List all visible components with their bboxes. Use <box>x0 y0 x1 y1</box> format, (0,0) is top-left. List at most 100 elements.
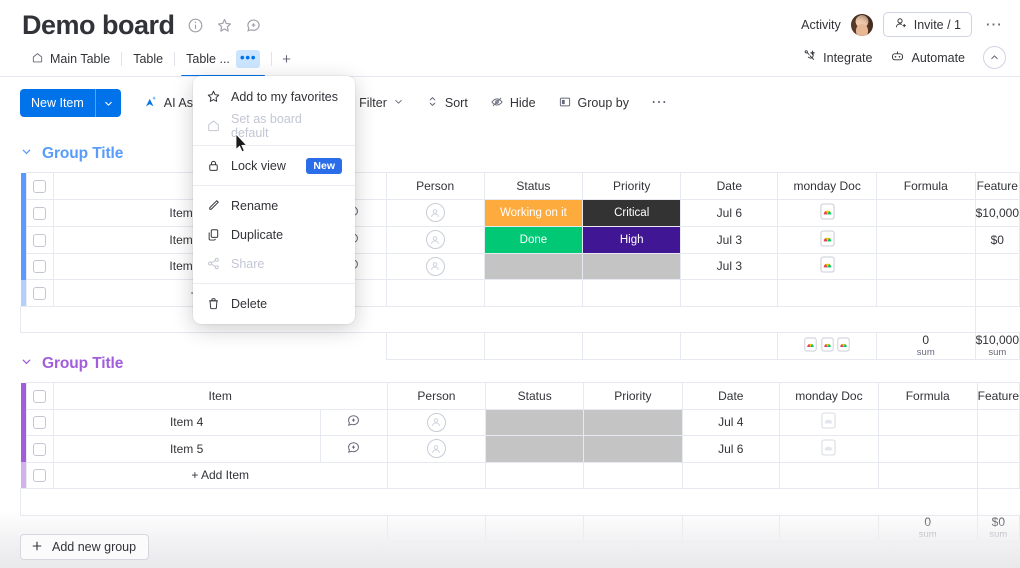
row-checkbox[interactable] <box>33 286 47 300</box>
menu-item-delete[interactable]: Delete <box>193 289 355 318</box>
add-new-group-button[interactable]: Add new group <box>20 534 150 560</box>
group-by-button[interactable]: Group by <box>558 95 629 112</box>
toolbar-more-button[interactable]: ⋯ <box>651 95 667 111</box>
column-header-formula[interactable]: Formula <box>877 382 978 410</box>
table-row[interactable]: Item 4 Jul 4 <box>20 408 1020 436</box>
cell-person[interactable] <box>385 252 485 280</box>
select-all-checkbox-cell[interactable] <box>25 172 54 200</box>
info-icon[interactable] <box>187 17 204 34</box>
group-title[interactable]: Group Title <box>42 145 123 163</box>
column-header-person[interactable]: Person <box>385 172 485 200</box>
column-header-feature[interactable]: Feature <box>976 382 1020 410</box>
column-header-formula[interactable]: Formula <box>875 172 976 200</box>
cell-formula[interactable] <box>877 408 978 436</box>
column-header-item[interactable]: Item <box>52 382 388 410</box>
cell-date[interactable]: Jul 3 <box>680 252 779 280</box>
cell-priority[interactable] <box>583 435 683 463</box>
cell-item-comment[interactable] <box>319 408 388 436</box>
cell-monday-doc[interactable] <box>777 225 877 254</box>
menu-item-rename[interactable]: Rename <box>193 191 355 220</box>
cell-status[interactable] <box>485 408 585 436</box>
cell-priority[interactable]: Critical <box>582 198 682 227</box>
new-item-button[interactable]: New Item <box>20 89 121 117</box>
tab-table[interactable]: Table <box>122 45 174 73</box>
table-row[interactable]: Item 3 Jul 3 <box>20 252 1020 280</box>
cell-priority[interactable] <box>582 252 682 280</box>
monday-doc-icon[interactable] <box>821 412 836 432</box>
row-checkbox[interactable] <box>33 469 47 483</box>
cell-feature[interactable] <box>976 408 1020 436</box>
column-header-priority[interactable]: Priority <box>583 382 683 410</box>
hide-button[interactable]: Hide <box>490 95 536 112</box>
board-more-menu-button[interactable]: ⋯ <box>982 16 1006 33</box>
cell-formula[interactable] <box>875 198 976 227</box>
cell-monday-doc[interactable] <box>777 252 877 280</box>
row-checkbox[interactable] <box>33 233 47 247</box>
row-checkbox-cell[interactable] <box>25 461 54 489</box>
cell-person[interactable] <box>386 408 487 436</box>
cell-item-name[interactable]: Item 5 <box>52 435 321 463</box>
row-checkbox[interactable] <box>33 416 47 430</box>
add-comment-icon[interactable] <box>245 17 262 34</box>
table-row[interactable]: Item 2 Done High Jul 3 $0 <box>20 225 1020 254</box>
activity-label[interactable]: Activity <box>801 18 841 32</box>
row-checkbox-cell[interactable] <box>25 408 54 436</box>
row-checkbox[interactable] <box>33 442 47 456</box>
tab-more-menu-button[interactable]: ••• <box>235 50 261 68</box>
add-item-row[interactable]: + Add Item <box>20 279 1020 307</box>
cell-item-comment[interactable] <box>319 435 388 463</box>
chevron-down-icon[interactable] <box>96 89 121 117</box>
cell-priority[interactable] <box>583 408 683 436</box>
cell-item-name[interactable]: Item 4 <box>52 408 321 436</box>
monday-doc-icon[interactable] <box>820 256 835 276</box>
column-header-status[interactable]: Status <box>483 172 584 200</box>
cell-person[interactable] <box>385 225 485 254</box>
cell-feature[interactable] <box>976 435 1020 463</box>
row-checkbox-cell[interactable] <box>25 252 54 280</box>
cell-priority[interactable]: High <box>582 225 682 254</box>
cell-date[interactable]: Jul 6 <box>680 198 779 227</box>
column-header-priority[interactable]: Priority <box>582 172 682 200</box>
column-header-date[interactable]: Date <box>681 382 781 410</box>
row-checkbox-cell[interactable] <box>25 279 54 307</box>
collapse-header-button[interactable] <box>983 46 1006 69</box>
cell-status[interactable] <box>483 252 584 280</box>
select-all-checkbox-cell[interactable] <box>25 382 54 410</box>
cell-monday-doc[interactable] <box>779 435 879 463</box>
column-header-status[interactable]: Status <box>485 382 585 410</box>
add-comment-icon[interactable] <box>346 441 361 458</box>
table-row[interactable]: Item 5 Jul 6 <box>20 435 1020 463</box>
cell-feature[interactable]: $0 <box>974 225 1020 254</box>
cell-feature[interactable] <box>974 252 1020 280</box>
integrate-button[interactable]: Integrate <box>803 49 872 66</box>
add-item-button[interactable]: + Add Item <box>52 461 388 489</box>
tab-main-table[interactable]: Main Table <box>20 45 121 73</box>
menu-item-add-to-favorites[interactable]: Add to my favorites <box>193 82 355 111</box>
add-view-button[interactable]: + <box>272 51 301 68</box>
cell-status[interactable]: Working on it <box>483 198 584 227</box>
column-header-monday-doc[interactable]: monday Doc <box>779 382 879 410</box>
cell-feature[interactable]: $10,000 <box>974 198 1020 227</box>
cell-date[interactable]: Jul 3 <box>680 225 779 254</box>
column-header-monday-doc[interactable]: monday Doc <box>777 172 877 200</box>
monday-doc-icon[interactable] <box>821 439 836 459</box>
sort-button[interactable]: Sort <box>426 95 468 111</box>
tab-table-active[interactable]: Table ... ••• <box>175 45 271 77</box>
cell-formula[interactable] <box>875 252 976 280</box>
select-all-checkbox[interactable] <box>33 389 47 403</box>
cell-date[interactable]: Jul 6 <box>681 435 781 463</box>
avatar[interactable] <box>850 13 873 36</box>
chevron-down-icon[interactable] <box>20 355 33 373</box>
cell-status[interactable]: Done <box>483 225 584 254</box>
select-all-checkbox[interactable] <box>33 179 47 193</box>
cell-formula[interactable] <box>875 225 976 254</box>
filter-button[interactable]: Filter <box>359 96 404 110</box>
row-checkbox-cell[interactable] <box>25 435 54 463</box>
monday-doc-icon[interactable] <box>820 202 835 223</box>
add-item-row[interactable]: + Add Item <box>20 461 1020 489</box>
invite-button[interactable]: Invite / 1 <box>882 12 972 37</box>
cell-date[interactable]: Jul 4 <box>681 408 781 436</box>
monday-doc-icon[interactable] <box>820 229 835 250</box>
cell-monday-doc[interactable] <box>779 408 879 436</box>
menu-item-duplicate[interactable]: Duplicate <box>193 220 355 249</box>
